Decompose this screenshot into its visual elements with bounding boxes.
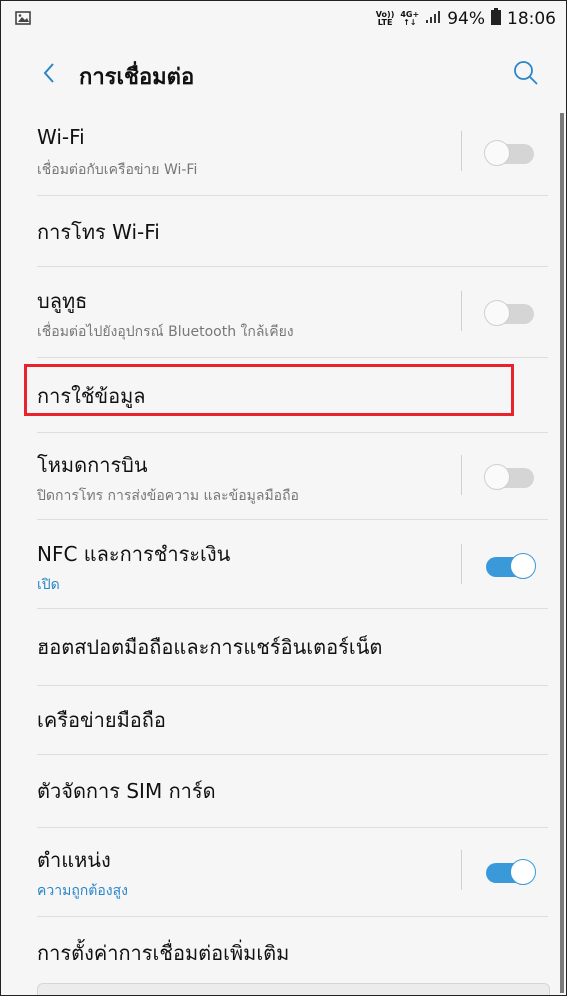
network-type-indicator: 4G+ ↑↓ xyxy=(400,10,420,27)
item-title: NFC และการชำระเงิน xyxy=(37,542,231,566)
battery-percentage: 94% xyxy=(447,9,485,29)
scrollbar[interactable] xyxy=(560,113,564,993)
item-title: ตำแหน่ง xyxy=(37,848,111,872)
list-item-mobile-networks[interactable]: เครือข่ายมือถือ xyxy=(37,686,548,755)
divider xyxy=(461,131,462,171)
item-title: บลูทูธ xyxy=(37,289,88,313)
item-title: โหมดการบิน xyxy=(37,453,148,477)
item-title: ฮอตสปอตมือถือและการแชร์อินเตอร์เน็ต xyxy=(37,635,383,659)
list-item-hotspot-tethering[interactable]: ฮอตสปอตมือถือและการแชร์อินเตอร์เน็ต xyxy=(37,609,548,686)
app-header: การเชื่อมต่อ xyxy=(1,49,566,99)
bluetooth-toggle[interactable] xyxy=(484,300,536,326)
battery-icon xyxy=(491,8,501,30)
wifi-toggle[interactable] xyxy=(484,140,536,166)
airplane-mode-toggle[interactable] xyxy=(484,464,536,490)
search-icon[interactable] xyxy=(512,59,540,87)
image-icon xyxy=(15,10,31,30)
item-subtitle: เชื่อมต่อกับเครือข่าย Wi-Fi xyxy=(37,162,198,178)
settings-list: Wi-Fi เชื่อมต่อกับเครือข่าย Wi-Fi การโทร… xyxy=(1,109,566,995)
list-item-wifi[interactable]: Wi-Fi เชื่อมต่อกับเครือข่าย Wi-Fi xyxy=(37,109,548,196)
divider xyxy=(461,544,462,584)
bottom-card xyxy=(37,983,550,995)
list-item-bluetooth[interactable]: บลูทูธ เชื่อมต่อไปยังอุปกรณ์ Bluetooth ใ… xyxy=(37,267,548,358)
status-bar: Vo)) LTE 4G+ ↑↓ 94% 18:06 xyxy=(1,1,566,37)
item-subtitle: เปิด xyxy=(37,577,60,593)
clock: 18:06 xyxy=(507,9,556,29)
item-subtitle: เชื่อมต่อไปยังอุปกรณ์ Bluetooth ใกล้เคีย… xyxy=(37,324,294,340)
item-title: Wi-Fi xyxy=(37,125,85,149)
phone-screen: Vo)) LTE 4G+ ↑↓ 94% 18:06 การเชื่อมต่อ W… xyxy=(0,0,567,996)
list-item-airplane-mode[interactable]: โหมดการบิน ปิดการโทร การส่งข้อความ และข้… xyxy=(37,433,548,520)
list-item-location[interactable]: ตำแหน่ง ความถูกต้องสูง xyxy=(37,828,548,917)
item-title: เครือข่ายมือถือ xyxy=(37,708,166,732)
divider xyxy=(461,455,462,495)
item-title: ตัวจัดการ SIM การ์ด xyxy=(37,779,216,803)
list-item-wifi-calling[interactable]: การโทร Wi-Fi xyxy=(37,196,548,267)
nfc-toggle[interactable] xyxy=(484,553,536,579)
page-title: การเชื่อมต่อ xyxy=(79,65,195,90)
item-subtitle: ปิดการโทร การส่งข้อความ และข้อมูลมือถือ xyxy=(37,488,299,504)
divider xyxy=(461,291,462,331)
volte-indicator: Vo)) LTE xyxy=(375,10,395,27)
item-title: การโทร Wi-Fi xyxy=(37,220,160,244)
chevron-left-icon[interactable] xyxy=(37,57,61,89)
highlight-box xyxy=(24,364,514,416)
item-subtitle: ความถูกต้องสูง xyxy=(37,883,128,899)
signal-icon xyxy=(425,9,441,29)
list-item-nfc-payment[interactable]: NFC และการชำระเงิน เปิด xyxy=(37,520,548,609)
item-title: การตั้งค่าการเชื่อมต่อเพิ่มเติม xyxy=(37,941,290,965)
location-toggle[interactable] xyxy=(484,859,536,885)
divider xyxy=(461,850,462,890)
list-item-sim-manager[interactable]: ตัวจัดการ SIM การ์ด xyxy=(37,755,548,828)
